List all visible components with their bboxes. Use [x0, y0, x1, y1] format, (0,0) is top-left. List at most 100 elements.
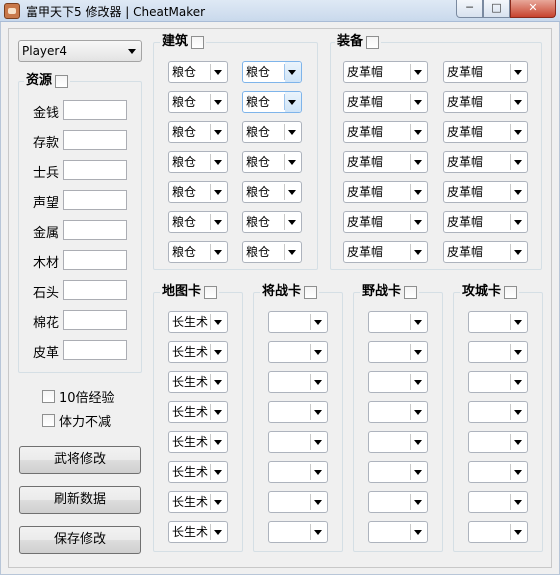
- equipment-select[interactable]: 皮革帽: [443, 61, 528, 83]
- field-card-select[interactable]: [368, 521, 428, 543]
- general-card-select[interactable]: [268, 311, 328, 333]
- window-title: 富甲天下5 修改器 | CheatMaker: [26, 5, 206, 19]
- field-card-select[interactable]: [368, 371, 428, 393]
- building-select[interactable]: 粮仓: [242, 211, 302, 233]
- map-card-select[interactable]: 长生术: [168, 461, 228, 483]
- resource-input[interactable]: [63, 310, 127, 330]
- close-button[interactable]: ✕: [510, 0, 556, 18]
- building-select[interactable]: 粮仓: [168, 121, 228, 143]
- resource-input[interactable]: [63, 100, 127, 120]
- field-card-select[interactable]: [368, 491, 428, 513]
- field-card-select[interactable]: [368, 341, 428, 363]
- equipment-select[interactable]: 皮革帽: [343, 241, 428, 263]
- chevron-down-icon: [514, 470, 522, 475]
- building-select[interactable]: 粮仓: [168, 181, 228, 203]
- building-select[interactable]: 粮仓: [242, 151, 302, 173]
- equipment-select[interactable]: 皮革帽: [343, 211, 428, 233]
- equipment-select[interactable]: 皮革帽: [443, 91, 528, 113]
- equipment-select[interactable]: 皮革帽: [443, 151, 528, 173]
- building-select[interactable]: 粮仓: [242, 91, 302, 113]
- equipment-select[interactable]: 皮革帽: [343, 91, 428, 113]
- resource-label: 金钱: [33, 106, 60, 121]
- general-card-select[interactable]: [268, 521, 328, 543]
- equipment-select[interactable]: 皮革帽: [343, 61, 428, 83]
- resources-label: 资源: [26, 73, 53, 88]
- siege-card-select[interactable]: [468, 431, 528, 453]
- general-card-select[interactable]: [268, 341, 328, 363]
- map-card-select-value: 长生术: [172, 315, 209, 329]
- exp10-checkbox[interactable]: [42, 390, 55, 403]
- field-cards-checkbox[interactable]: [404, 285, 418, 299]
- siege-cards-checkbox[interactable]: [504, 285, 518, 299]
- equipment-select[interactable]: 皮革帽: [443, 211, 528, 233]
- combo-separator: [410, 494, 411, 510]
- equipment-select[interactable]: 皮革帽: [343, 151, 428, 173]
- building-select[interactable]: 粮仓: [242, 121, 302, 143]
- map-card-select[interactable]: 长生术: [168, 311, 228, 333]
- field-card-select[interactable]: [368, 461, 428, 483]
- siege-card-select[interactable]: [468, 491, 528, 513]
- siege-card-select[interactable]: [468, 401, 528, 423]
- building-select[interactable]: 粮仓: [242, 181, 302, 203]
- combo-separator: [510, 434, 511, 450]
- chevron-down-icon: [314, 530, 322, 535]
- resource-input[interactable]: [63, 280, 127, 300]
- map-card-select[interactable]: 长生术: [168, 341, 228, 363]
- map-card-select[interactable]: 长生术: [168, 401, 228, 423]
- exp10-option[interactable]: 10倍经验: [42, 387, 115, 406]
- equipment-select[interactable]: 皮革帽: [443, 241, 528, 263]
- stamina-checkbox[interactable]: [42, 414, 55, 427]
- combo-separator: [284, 124, 285, 140]
- equipment-select[interactable]: 皮革帽: [443, 121, 528, 143]
- refresh-data-button[interactable]: 刷新数据: [19, 486, 141, 514]
- building-select[interactable]: 粮仓: [168, 211, 228, 233]
- map-card-select[interactable]: 长生术: [168, 491, 228, 513]
- resource-input[interactable]: [63, 130, 127, 150]
- map-card-select[interactable]: 长生术: [168, 521, 228, 543]
- map-card-select[interactable]: 长生术: [168, 431, 228, 453]
- general-card-select[interactable]: [268, 401, 328, 423]
- building-select[interactable]: 粮仓: [168, 61, 228, 83]
- combo-separator: [284, 244, 285, 260]
- building-select[interactable]: 粮仓: [168, 151, 228, 173]
- map-card-select[interactable]: 长生术: [168, 371, 228, 393]
- combo-separator: [510, 214, 511, 230]
- resource-input[interactable]: [63, 250, 127, 270]
- siege-card-select[interactable]: [468, 341, 528, 363]
- equipment-checkbox[interactable]: [366, 35, 380, 49]
- equipment-select[interactable]: 皮革帽: [343, 181, 428, 203]
- player-select[interactable]: Player4: [18, 40, 142, 62]
- building-select[interactable]: 粮仓: [168, 91, 228, 113]
- resources-checkbox[interactable]: [55, 74, 69, 88]
- general-card-select[interactable]: [268, 491, 328, 513]
- general-card-select[interactable]: [268, 371, 328, 393]
- combo-separator: [284, 64, 285, 80]
- equipment-select[interactable]: 皮革帽: [443, 181, 528, 203]
- siege-card-select[interactable]: [468, 521, 528, 543]
- save-changes-button[interactable]: 保存修改: [19, 526, 141, 554]
- field-card-select[interactable]: [368, 401, 428, 423]
- resource-input[interactable]: [63, 220, 127, 240]
- general-card-select[interactable]: [268, 461, 328, 483]
- building-select[interactable]: 粮仓: [242, 61, 302, 83]
- siege-card-select[interactable]: [468, 461, 528, 483]
- general-cards-checkbox[interactable]: [304, 285, 318, 299]
- resource-input[interactable]: [63, 340, 127, 360]
- map-cards-checkbox[interactable]: [204, 285, 218, 299]
- resource-input[interactable]: [63, 160, 127, 180]
- resource-input[interactable]: [63, 190, 127, 210]
- field-card-select[interactable]: [368, 431, 428, 453]
- building-select[interactable]: 粮仓: [168, 241, 228, 263]
- maximize-button[interactable]: □: [483, 0, 510, 18]
- building-select[interactable]: 粮仓: [242, 241, 302, 263]
- siege-card-select[interactable]: [468, 371, 528, 393]
- minimize-button[interactable]: ─: [456, 0, 483, 18]
- siege-card-select[interactable]: [468, 311, 528, 333]
- stamina-option[interactable]: 体力不减: [42, 411, 111, 430]
- general-card-select[interactable]: [268, 431, 328, 453]
- equipment-select[interactable]: 皮革帽: [343, 121, 428, 143]
- general-edit-button[interactable]: 武将修改: [19, 446, 141, 474]
- field-card-select[interactable]: [368, 311, 428, 333]
- building-checkbox[interactable]: [191, 35, 205, 49]
- chevron-down-icon: [314, 470, 322, 475]
